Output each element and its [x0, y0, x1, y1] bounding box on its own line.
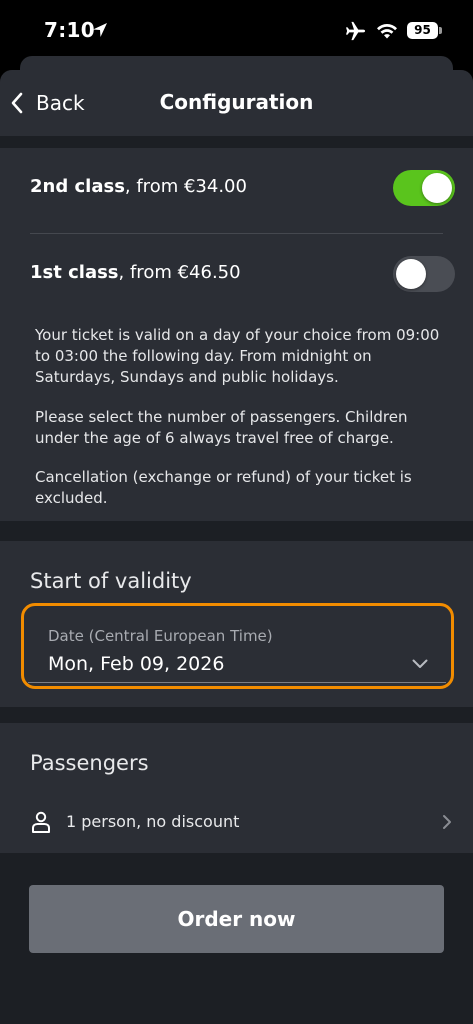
cancellation-info-text: Cancellation (exchange or refund) of you…: [35, 468, 412, 507]
navigation-bar: Back Configuration: [0, 70, 473, 136]
configuration-sheet: Back Configuration 2nd class, from €34.0…: [0, 70, 473, 1024]
second-class-toggle[interactable]: [393, 170, 455, 206]
first-class-label: 1st class, from €46.50: [30, 262, 241, 283]
passengers-info-text: Please select the number of passengers. …: [35, 408, 408, 447]
status-bar: 7:10 95: [0, 0, 473, 62]
passenger-summary: 1 person, no discount: [66, 812, 240, 831]
chevron-down-icon: [412, 659, 428, 668]
date-field-value: Mon, Feb 09, 2026: [48, 653, 225, 675]
date-select-field[interactable]: Date (Central European Time) Mon, Feb 09…: [28, 613, 446, 683]
status-time: 7:10: [44, 18, 95, 42]
wifi-icon: [377, 23, 397, 39]
toggle-knob: [396, 259, 426, 289]
chevron-right-icon: [443, 815, 451, 829]
person-icon: [32, 811, 50, 833]
first-class-price: , from €46.50: [118, 262, 241, 283]
location-arrow-icon: [93, 23, 107, 37]
first-class-toggle[interactable]: [393, 256, 455, 292]
second-class-name: 2nd class: [30, 176, 125, 197]
date-field-label: Date (Central European Time): [48, 627, 273, 645]
airplane-icon: [346, 21, 366, 41]
class-option-first: 1st class, from €46.50: [0, 234, 473, 314]
validity-info-text: Your ticket is valid on a day of your ch…: [35, 326, 440, 386]
validity-heading: Start of validity: [30, 569, 192, 593]
battery-tip: [439, 27, 442, 34]
second-class-label: 2nd class, from €34.00: [30, 176, 247, 197]
class-option-second: 2nd class, from €34.00: [0, 148, 473, 234]
passengers-card: Passengers 1 person, no discount: [0, 723, 473, 853]
passengers-heading: Passengers: [30, 751, 149, 775]
page-title: Configuration: [159, 90, 314, 114]
start-of-validity-card: Start of validity Date (Central European…: [0, 541, 473, 707]
second-class-price: , from €34.00: [124, 176, 247, 197]
order-now-button[interactable]: Order now: [29, 885, 444, 953]
passenger-selector[interactable]: 1 person, no discount: [0, 803, 473, 845]
first-class-name: 1st class: [30, 262, 119, 283]
toggle-knob: [422, 173, 452, 203]
battery-icon: 95: [407, 22, 438, 39]
